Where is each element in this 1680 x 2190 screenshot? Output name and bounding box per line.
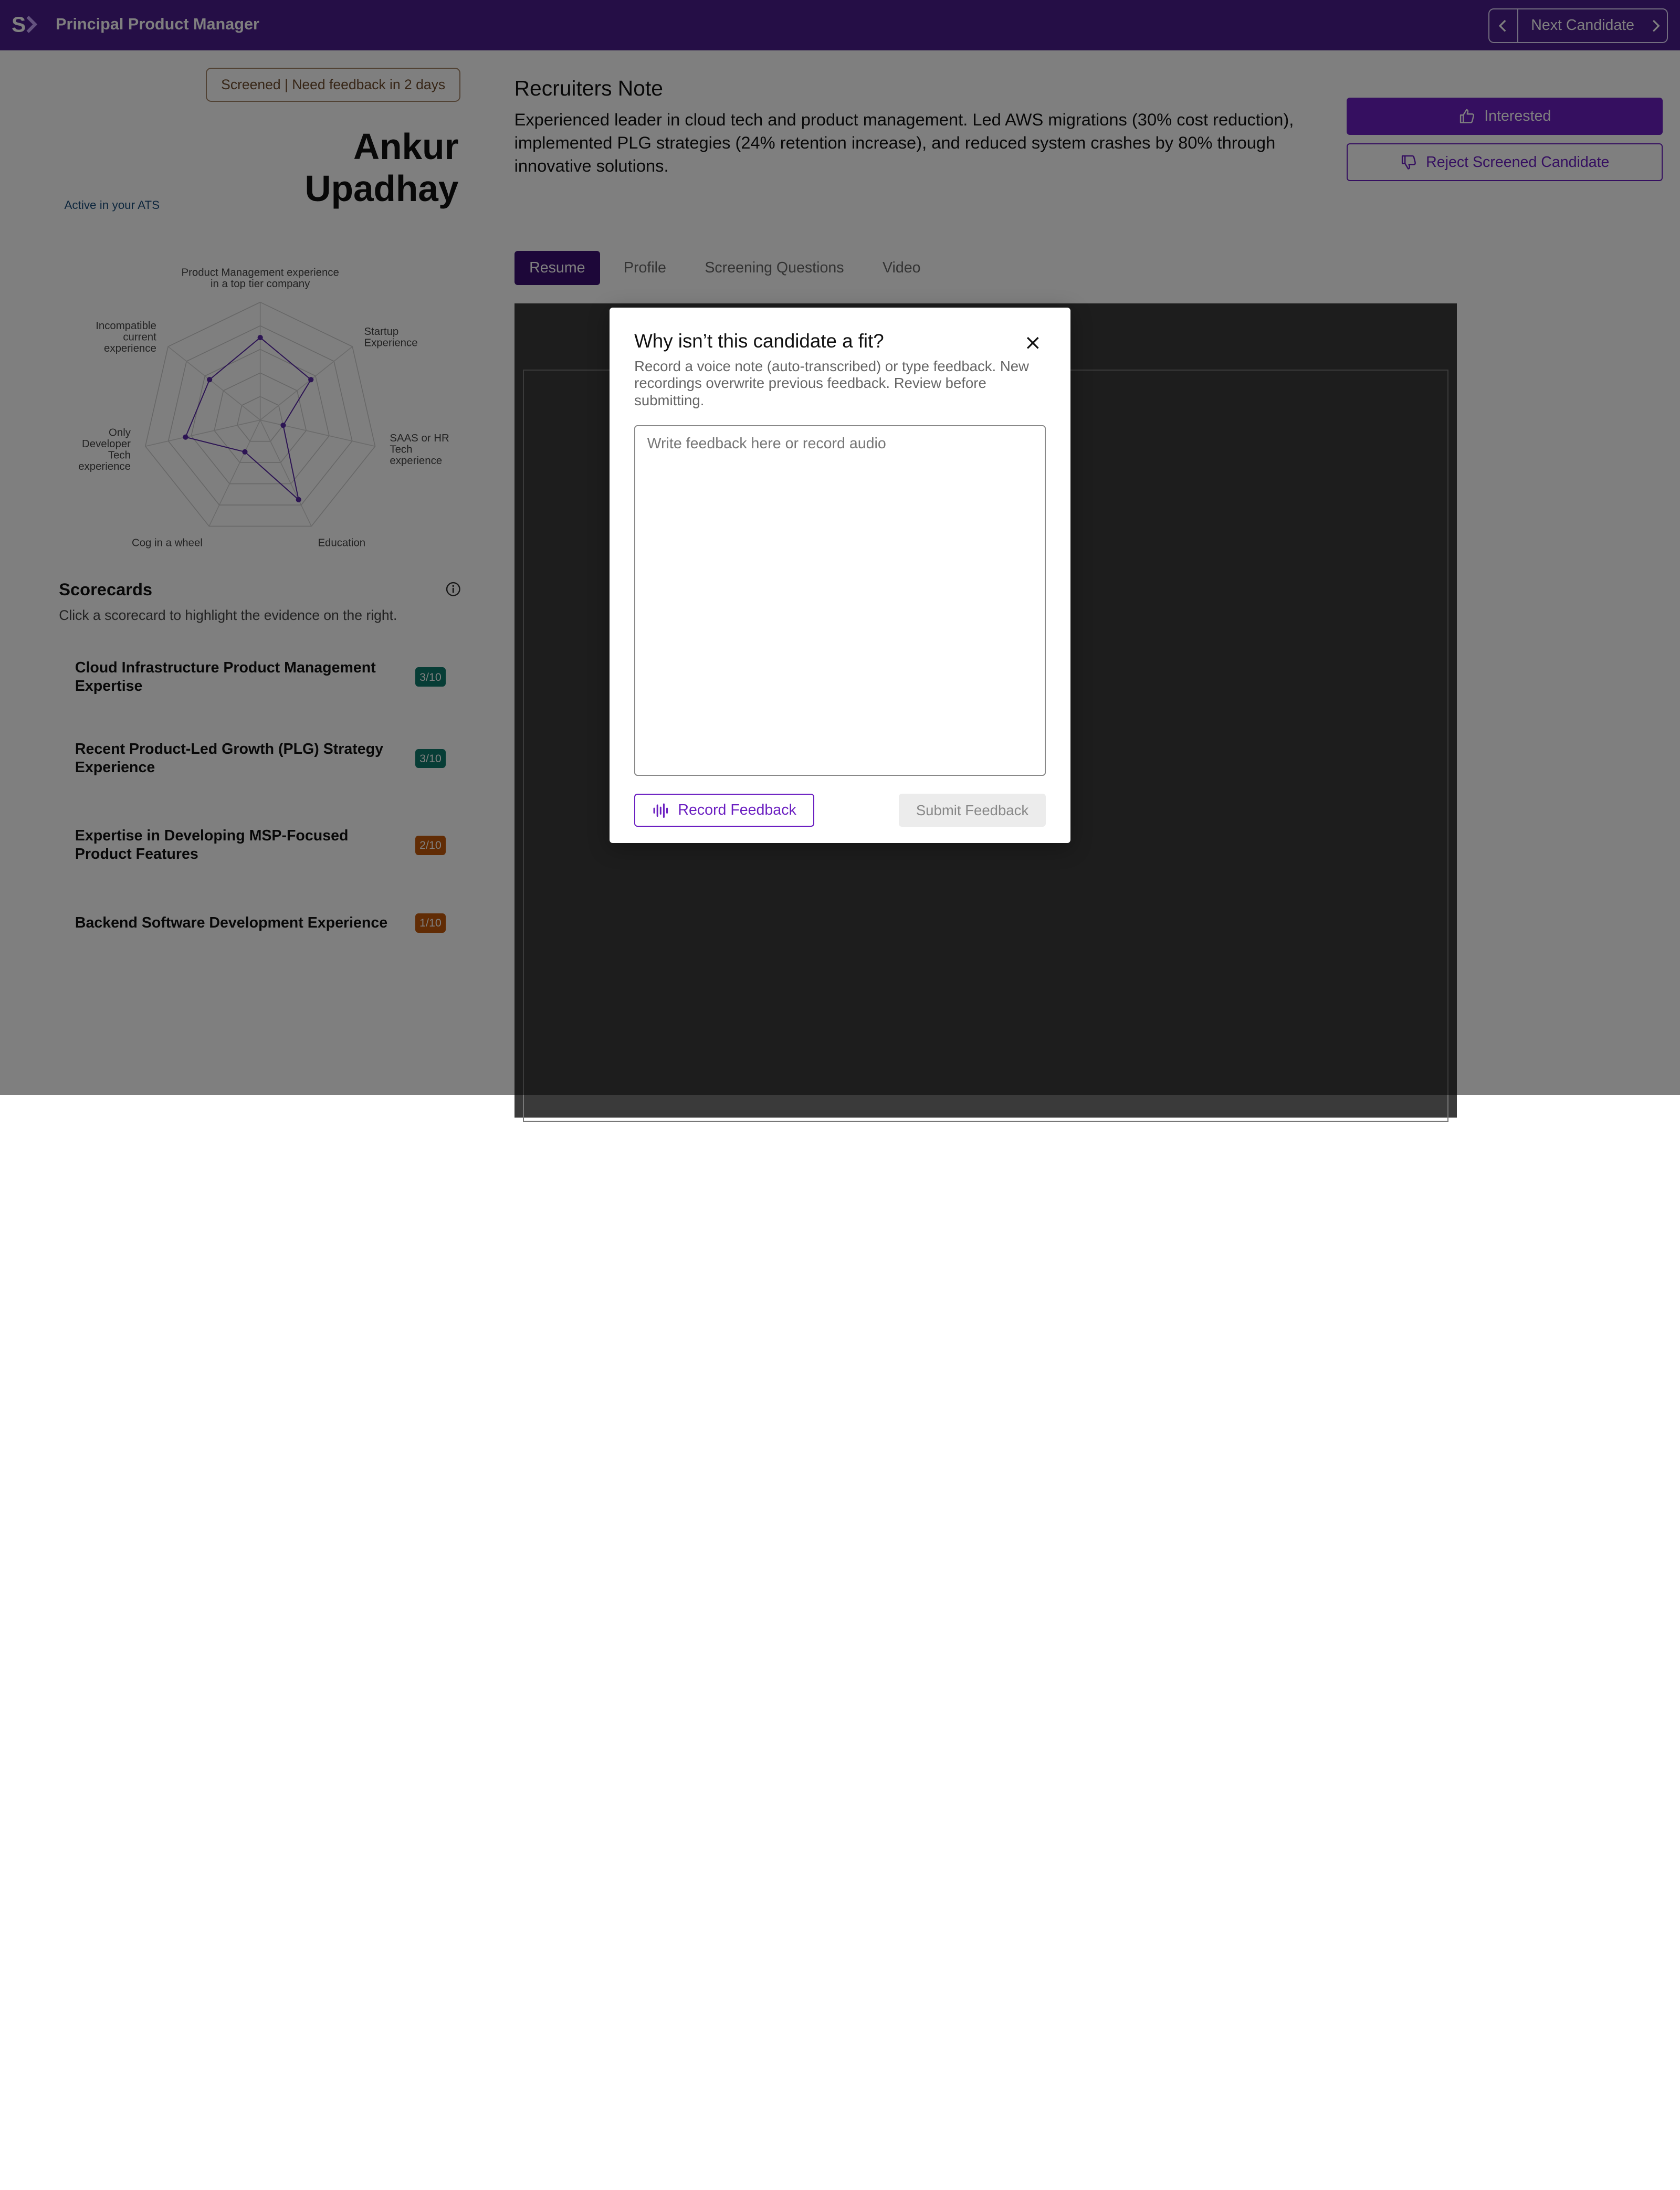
reject-feedback-dialog: Why isn’t this candidate a fit? Record a… bbox=[610, 307, 1070, 844]
record-feedback-label: Record Feedback bbox=[678, 802, 796, 819]
close-icon[interactable] bbox=[1025, 335, 1041, 351]
audio-waveform-icon bbox=[653, 803, 668, 818]
dialog-description: Record a voice note (auto-transcribed) o… bbox=[634, 357, 1029, 408]
record-feedback-button[interactable]: Record Feedback bbox=[634, 794, 814, 827]
page: S Principal Product Manager Next Candida… bbox=[0, 0, 1680, 2190]
dialog-title: Why isn’t this candidate a fit? bbox=[634, 330, 884, 352]
feedback-textarea[interactable] bbox=[634, 425, 1046, 776]
submit-feedback-button[interactable]: Submit Feedback bbox=[899, 794, 1046, 827]
